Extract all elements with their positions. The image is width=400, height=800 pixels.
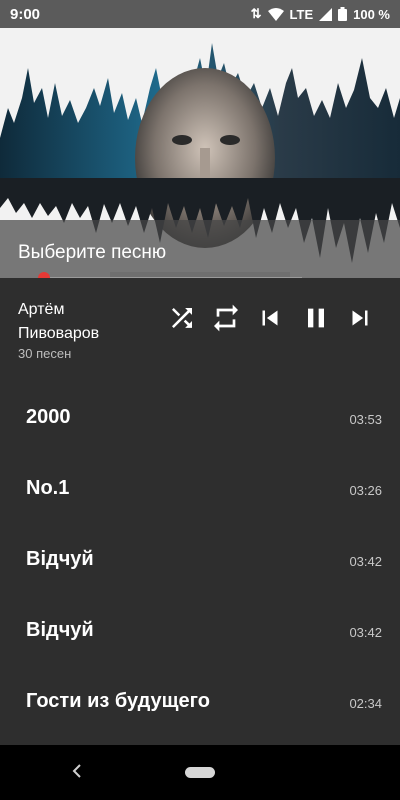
track-duration: 03:42 (349, 554, 382, 569)
track-row[interactable]: No.1 03:26 (0, 455, 400, 526)
status-bar: 9:00 ⇅ LTE 100 % (0, 0, 400, 28)
system-nav-bar (0, 745, 400, 800)
track-duration: 02:34 (349, 696, 382, 711)
track-row[interactable]: Відчуй 03:42 (0, 526, 400, 597)
track-row[interactable]: Гости из будущего 02:34 (0, 668, 400, 739)
skip-next-icon (352, 310, 368, 326)
data-arrows-icon: ⇅ (250, 6, 262, 21)
player-bar: Артём Пивоваров 30 песен (0, 278, 400, 376)
shuffle-icon (172, 308, 192, 328)
track-title: No.1 (26, 477, 70, 499)
battery-level: 100 % (353, 6, 390, 22)
pause-button[interactable] (298, 300, 334, 336)
repeat-button[interactable] (208, 300, 244, 336)
shuffle-button[interactable] (164, 300, 200, 336)
home-pill-button[interactable] (185, 767, 215, 778)
track-duration: 03:26 (349, 483, 382, 498)
track-title: 2000 (26, 406, 71, 428)
status-icons: ⇅ LTE 100 % (251, 6, 390, 22)
battery-icon (338, 7, 348, 21)
track-title: Відчуй (26, 619, 94, 641)
track-duration: 03:53 (349, 412, 382, 427)
wifi-icon (267, 7, 284, 21)
track-duration: 03:42 (349, 625, 382, 640)
album-cover: Выберите песню (0, 28, 400, 278)
pause-icon (308, 308, 324, 328)
track-title: Гости из будущего (26, 690, 210, 712)
song-prompt: Выберите песню (18, 242, 167, 263)
track-list: 2000 03:53 No.1 03:26 Відчуй 03:42 Відчу… (0, 384, 400, 739)
track-count: 30 песен (18, 346, 72, 361)
repeat-icon (214, 304, 238, 332)
next-button[interactable] (342, 300, 378, 336)
status-time: 9:00 (10, 5, 41, 23)
skip-previous-icon (262, 310, 278, 326)
signal-icon (319, 7, 333, 21)
network-type: LTE (289, 6, 314, 22)
track-row[interactable]: 2000 03:53 (0, 384, 400, 455)
artist-name: Артём Пивоваров (18, 301, 100, 342)
track-title: Відчуй (26, 548, 94, 570)
back-icon[interactable] (68, 761, 88, 781)
previous-button[interactable] (252, 300, 288, 336)
track-row[interactable]: Відчуй 03:42 (0, 597, 400, 668)
